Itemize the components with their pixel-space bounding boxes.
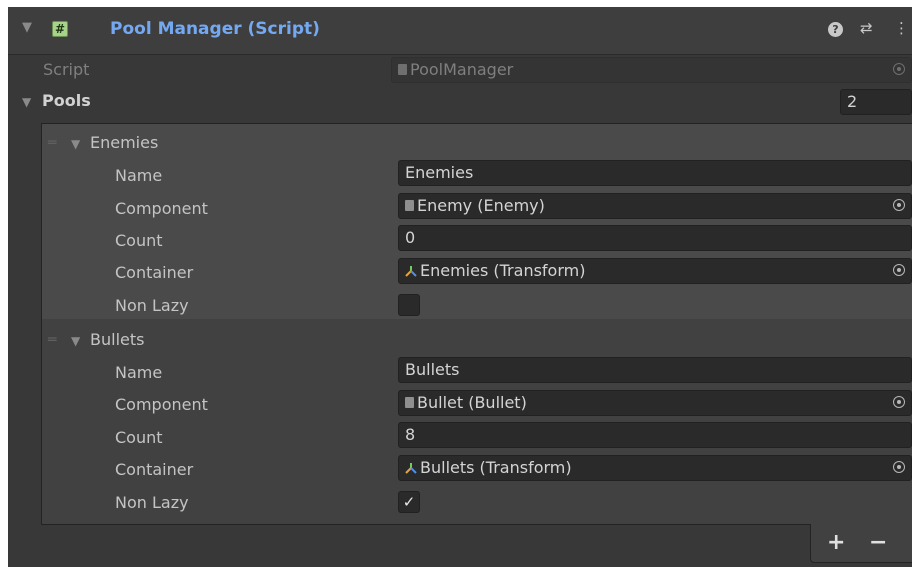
component-header[interactable]: ▼ # Pool Manager (Script) ? ⇄ ⋮ bbox=[8, 7, 912, 55]
count-value: 8 bbox=[405, 425, 416, 444]
object-picker-icon bbox=[893, 63, 905, 75]
component-title: Pool Manager (Script) bbox=[110, 19, 320, 39]
add-element-button[interactable]: + bbox=[827, 530, 845, 555]
pools-size-value: 2 bbox=[847, 92, 858, 111]
object-picker-icon[interactable] bbox=[893, 461, 905, 473]
container-field[interactable]: Enemies (Transform) bbox=[398, 258, 912, 284]
name-value: Bullets bbox=[405, 360, 460, 379]
name-value: Enemies bbox=[405, 163, 474, 182]
help-icon[interactable]: ? bbox=[828, 22, 843, 37]
count-label: Count bbox=[115, 428, 163, 447]
inspector-panel: ▼ # Pool Manager (Script) ? ⇄ ⋮ Script P… bbox=[8, 7, 912, 567]
count-input[interactable]: 0 bbox=[398, 225, 912, 251]
nonlazy-checkbox[interactable] bbox=[398, 294, 420, 316]
enable-checkbox[interactable]: # bbox=[52, 21, 68, 37]
script-file-icon bbox=[398, 64, 407, 75]
script-file-icon bbox=[405, 200, 414, 211]
component-value: Enemy (Enemy) bbox=[417, 196, 545, 215]
script-label: Script bbox=[43, 60, 90, 79]
component-value: Bullet (Bullet) bbox=[417, 393, 527, 412]
count-input[interactable]: 8 bbox=[398, 422, 912, 448]
name-input[interactable]: Bullets bbox=[398, 357, 912, 383]
element-foldout-icon[interactable]: ▼ bbox=[71, 334, 80, 348]
remove-element-button[interactable]: − bbox=[869, 530, 887, 555]
list-element-enemies[interactable] bbox=[42, 124, 912, 319]
count-value: 0 bbox=[405, 228, 416, 247]
count-label: Count bbox=[115, 231, 163, 250]
transform-icon bbox=[405, 462, 417, 474]
component-label: Component bbox=[115, 199, 208, 218]
pools-foldout-icon[interactable]: ▼ bbox=[22, 95, 31, 109]
foldout-arrow-icon[interactable]: ▼ bbox=[22, 20, 32, 35]
container-label: Container bbox=[115, 460, 194, 479]
element-header: Enemies bbox=[90, 133, 159, 152]
script-field: PoolManager bbox=[391, 57, 912, 83]
container-field[interactable]: Bullets (Transform) bbox=[398, 455, 912, 481]
nonlazy-label: Non Lazy bbox=[115, 296, 189, 315]
name-input[interactable]: Enemies bbox=[398, 160, 912, 186]
context-menu-icon[interactable]: ⋮ bbox=[894, 19, 909, 37]
object-picker-icon[interactable] bbox=[893, 199, 905, 211]
drag-handle-icon[interactable]: ═ bbox=[48, 135, 56, 151]
element-header: Bullets bbox=[90, 330, 145, 349]
nonlazy-label: Non Lazy bbox=[115, 493, 189, 512]
pools-size-field[interactable]: 2 bbox=[840, 89, 912, 115]
container-value: Enemies (Transform) bbox=[420, 261, 586, 280]
component-field[interactable]: Enemy (Enemy) bbox=[398, 193, 912, 219]
name-label: Name bbox=[115, 363, 163, 382]
container-value: Bullets (Transform) bbox=[420, 458, 572, 477]
object-picker-icon[interactable] bbox=[893, 264, 905, 276]
transform-icon bbox=[405, 265, 417, 277]
element-foldout-icon[interactable]: ▼ bbox=[71, 137, 80, 151]
drag-handle-icon[interactable]: ═ bbox=[48, 332, 56, 348]
object-picker-icon[interactable] bbox=[893, 396, 905, 408]
checkmark-icon: ✓ bbox=[402, 493, 416, 511]
component-label: Component bbox=[115, 395, 208, 414]
container-label: Container bbox=[115, 263, 194, 282]
preset-icon[interactable]: ⇄ bbox=[860, 19, 873, 37]
script-file-icon bbox=[405, 397, 414, 408]
name-label: Name bbox=[115, 166, 163, 185]
nonlazy-checkbox[interactable]: ✓ bbox=[398, 491, 420, 513]
script-value: PoolManager bbox=[410, 60, 514, 79]
component-field[interactable]: Bullet (Bullet) bbox=[398, 390, 912, 416]
pools-label: Pools bbox=[42, 91, 91, 110]
list-footer: + − bbox=[810, 524, 912, 563]
